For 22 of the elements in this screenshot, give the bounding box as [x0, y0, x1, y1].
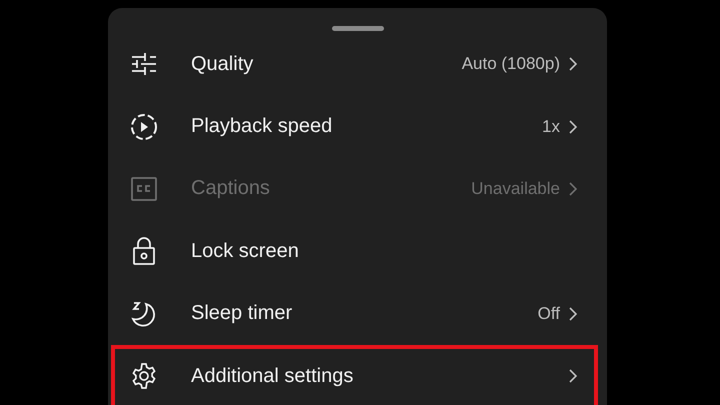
item-label: Additional settings [191, 364, 354, 388]
item-value: Unavailable [471, 178, 560, 199]
captions-icon [131, 176, 157, 201]
lock-icon [133, 237, 155, 266]
item-label: Playback speed [191, 115, 334, 138]
item-value: Auto (1080p) [462, 54, 560, 74]
item-label: Quality [191, 52, 254, 76]
sliders-icon [131, 53, 157, 76]
menu-item[interactable]: Quality Auto (1080p) [108, 33, 607, 96]
playback-speed-icon [130, 112, 158, 141]
menu-item[interactable]: Lock screen [108, 220, 607, 283]
item-value: Off [538, 304, 560, 324]
item-label: Lock screen [191, 240, 300, 263]
moon-icon [131, 300, 157, 328]
menu-item[interactable]: Playback speed 1x [108, 95, 607, 158]
settings-icon [130, 362, 158, 390]
menu-item[interactable]: Sleep timer Off [108, 282, 607, 345]
item-label: Sleep timer [191, 302, 294, 326]
item-label: Captions [191, 177, 271, 200]
menu-item[interactable]: Additional settings [108, 344, 607, 405]
drag-handle[interactable] [332, 26, 384, 31]
item-value: 1x [542, 116, 560, 137]
